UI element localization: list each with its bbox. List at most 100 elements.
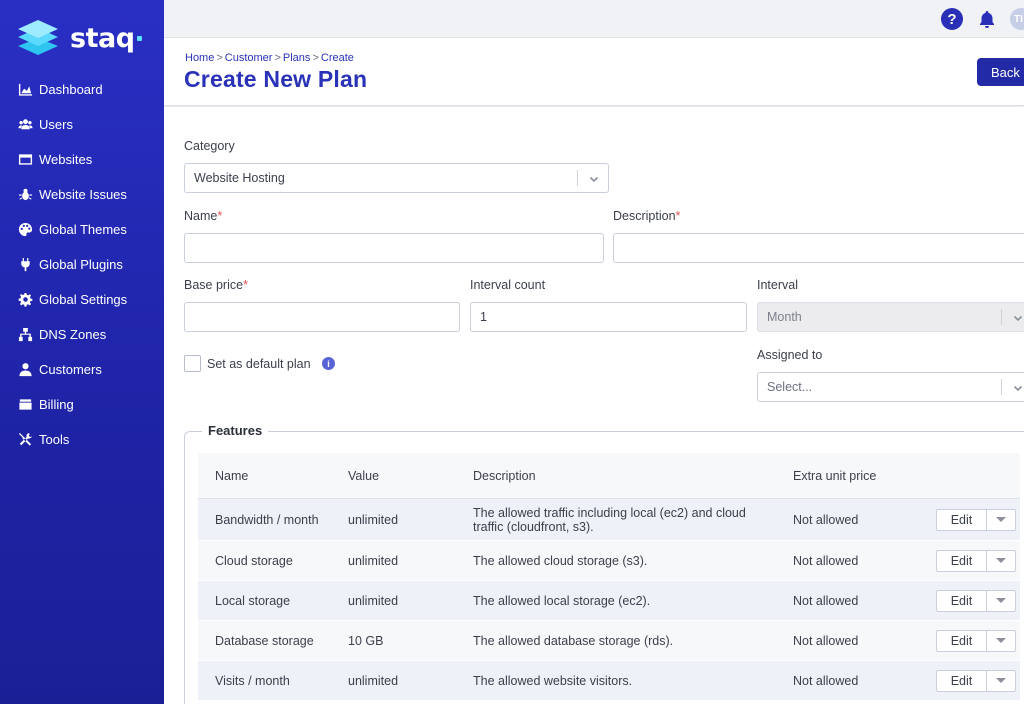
sidebar-item-dashboard[interactable]: Dashboard xyxy=(0,72,164,107)
breadcrumb-home[interactable]: Home xyxy=(185,52,214,64)
select-separator xyxy=(1001,309,1002,325)
page-title: Create New Plan xyxy=(184,66,368,92)
sidebar-item-label: Websites xyxy=(39,152,93,167)
edit-button[interactable]: Edit xyxy=(937,509,987,530)
table-row: Local storage unlimited The allowed loca… xyxy=(198,581,1020,621)
sidebar-item-global-themes[interactable]: Global Themes xyxy=(0,212,164,247)
edit-dropdown-toggle[interactable] xyxy=(987,551,1015,571)
sidebar-item-global-plugins[interactable]: Global Plugins xyxy=(0,247,164,282)
edit-button[interactable]: Edit xyxy=(937,590,987,611)
window-icon xyxy=(17,152,33,168)
help-icon[interactable]: ? xyxy=(941,8,963,30)
back-button[interactable]: Back xyxy=(977,58,1024,86)
sidebar-item-label: Global Plugins xyxy=(39,257,123,272)
interval-select[interactable]: Month xyxy=(757,302,1024,332)
chevron-down-icon[interactable] xyxy=(1013,382,1023,392)
category-label: Category xyxy=(184,139,235,153)
caret-down-icon xyxy=(996,598,1006,603)
feature-value: unlimited xyxy=(348,593,399,608)
interval-count-label: Interval count xyxy=(470,278,546,292)
feature-name: Database storage xyxy=(215,633,314,648)
sidebar-item-tools[interactable]: Tools xyxy=(0,422,164,457)
base-price-label: Base price* xyxy=(184,278,248,292)
sidebar-item-website-issues[interactable]: Website Issues xyxy=(0,177,164,212)
breadcrumb-create[interactable]: Create xyxy=(321,52,354,64)
feature-value: unlimited xyxy=(348,673,399,688)
sidebar-item-users[interactable]: Users xyxy=(0,107,164,142)
edit-dropdown-toggle[interactable] xyxy=(987,671,1015,691)
assigned-to-label: Assigned to xyxy=(757,348,823,362)
breadcrumb: Home > Customer > Plans > Create xyxy=(185,52,354,64)
feature-description: The allowed website visitors. xyxy=(473,673,633,688)
row-actions: Edit xyxy=(918,629,1020,652)
info-icon[interactable]: i xyxy=(322,357,335,370)
edit-dropdown-toggle[interactable] xyxy=(987,591,1015,611)
chevron-down-icon[interactable] xyxy=(589,173,599,183)
edit-dropdown-toggle[interactable] xyxy=(987,631,1015,651)
edit-button-group: Edit xyxy=(936,549,1016,572)
feature-extra-price: Not allowed xyxy=(793,512,859,527)
sidebar-item-label: Users xyxy=(39,117,73,132)
sidebar-nav: Dashboard Users Websites Website Issues … xyxy=(0,72,164,457)
name-label: Name* xyxy=(184,209,223,223)
edit-button[interactable]: Edit xyxy=(937,670,987,691)
sidebar-item-label: Global Themes xyxy=(39,222,127,237)
chevron-down-icon xyxy=(1013,312,1023,322)
name-input[interactable] xyxy=(184,233,604,263)
bell-icon[interactable] xyxy=(977,9,997,29)
brand-logo[interactable]: staq xyxy=(16,18,142,58)
sidebar-item-billing[interactable]: Billing xyxy=(0,387,164,422)
breadcrumb-separator: > xyxy=(274,52,281,64)
brand-dot xyxy=(136,35,142,41)
interval-count-input[interactable]: 1 xyxy=(470,302,747,332)
column-header-extra-unit-price: Extra unit price xyxy=(793,468,877,483)
sidebar: staq Dashboard Users Websites Website Is… xyxy=(0,0,164,704)
edit-button-group: Edit xyxy=(936,669,1016,692)
edit-button-group: Edit xyxy=(936,589,1016,612)
feature-extra-price: Not allowed xyxy=(793,633,859,648)
table-row: Database storage 10 GB The allowed datab… xyxy=(198,621,1020,661)
bug-icon xyxy=(17,187,33,203)
breadcrumb-separator: > xyxy=(312,52,319,64)
breadcrumb-plans[interactable]: Plans xyxy=(283,52,311,64)
caret-down-icon xyxy=(996,638,1006,643)
edit-button[interactable]: Edit xyxy=(937,630,987,651)
sidebar-item-label: Billing xyxy=(39,397,74,412)
palette-icon xyxy=(17,222,33,238)
column-header-value: Value xyxy=(348,468,380,483)
feature-description: The allowed local storage (ec2). xyxy=(473,593,651,608)
table-row: Visits / month unlimited The allowed web… xyxy=(198,661,1020,701)
network-icon xyxy=(17,327,33,343)
assigned-to-placeholder: Select... xyxy=(767,380,813,394)
row-actions: Edit xyxy=(918,589,1020,612)
sidebar-item-customers[interactable]: Customers xyxy=(0,352,164,387)
default-plan-label[interactable]: Set as default plan xyxy=(207,357,311,371)
feature-extra-price: Not allowed xyxy=(793,553,859,568)
row-actions: Edit xyxy=(918,508,1020,531)
avatar[interactable]: TI xyxy=(1010,8,1024,30)
edit-dropdown-toggle[interactable] xyxy=(987,510,1015,530)
row-actions: Edit xyxy=(918,669,1020,692)
edit-button[interactable]: Edit xyxy=(937,550,987,571)
select-separator xyxy=(577,170,578,186)
breadcrumb-customer[interactable]: Customer xyxy=(225,52,273,64)
features-table: Name Value Description Extra unit price … xyxy=(198,453,1020,701)
select-separator xyxy=(1001,379,1002,395)
topbar: ? TI xyxy=(164,0,1024,38)
feature-name: Local storage xyxy=(215,593,291,608)
table-header: Name Value Description Extra unit price xyxy=(198,453,1020,499)
base-price-input[interactable] xyxy=(184,302,460,332)
sidebar-item-websites[interactable]: Websites xyxy=(0,142,164,177)
sidebar-item-global-settings[interactable]: Global Settings xyxy=(0,282,164,317)
category-select[interactable]: Website Hosting xyxy=(184,163,609,193)
default-plan-checkbox[interactable] xyxy=(184,355,201,372)
caret-down-icon xyxy=(996,558,1006,563)
description-input[interactable] xyxy=(613,233,1024,263)
assigned-to-select[interactable]: Select... xyxy=(757,372,1024,402)
plug-icon xyxy=(17,257,33,273)
feature-name: Visits / month xyxy=(215,673,290,688)
sidebar-item-dns-zones[interactable]: DNS Zones xyxy=(0,317,164,352)
row-actions: Edit xyxy=(918,549,1020,572)
brand-name: staq xyxy=(70,22,135,54)
sidebar-item-label: DNS Zones xyxy=(39,327,107,342)
